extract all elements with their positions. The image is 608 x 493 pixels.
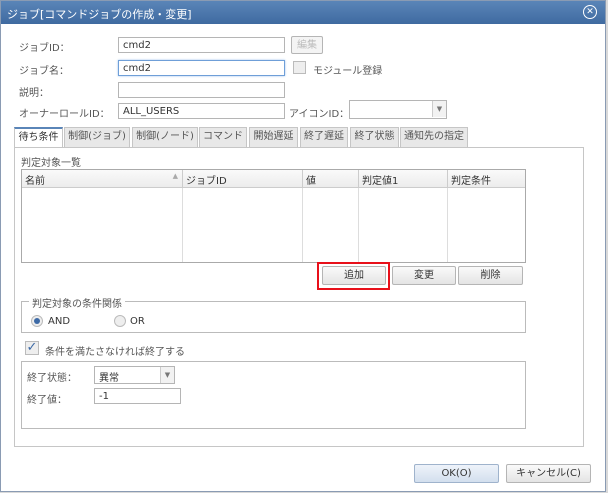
add-button[interactable]: 追加	[322, 266, 386, 285]
module-register-label: モジュール登録	[313, 66, 383, 77]
or-radio[interactable]	[114, 315, 126, 327]
relation-legend: 判定対象の条件関係	[29, 295, 125, 310]
table-column	[22, 188, 183, 262]
tab-wait-condition[interactable]: 待ち条件	[14, 127, 63, 148]
and-radio[interactable]	[31, 315, 43, 327]
end-if-unmet-checkbox[interactable]: ✓	[25, 341, 39, 355]
description-input[interactable]	[118, 82, 285, 98]
tab-end-delay[interactable]: 終了遅延	[300, 127, 348, 147]
title-bar: ジョブ[コマンドジョブの作成・変更] ✕	[1, 1, 605, 24]
table-column	[359, 188, 448, 262]
column-header-name[interactable]: 名前 ▲	[22, 170, 183, 188]
modify-button[interactable]: 変更	[392, 266, 456, 285]
table-column	[183, 188, 303, 262]
column-header-condition[interactable]: 判定条件	[448, 170, 525, 188]
table-column	[303, 188, 359, 262]
column-header-judge-value[interactable]: 判定値1	[359, 170, 448, 188]
sort-asc-icon: ▲	[172, 172, 178, 180]
ok-button[interactable]: OK(O)	[414, 464, 499, 483]
column-header-job-id[interactable]: ジョブID	[183, 170, 303, 188]
delete-button[interactable]: 削除	[458, 266, 523, 285]
end-status-value: 異常	[99, 373, 119, 384]
tab-control-job[interactable]: 制御(ジョブ)	[64, 127, 130, 147]
chevron-down-icon: ▼	[160, 367, 174, 383]
tab-notification[interactable]: 通知先の指定	[400, 127, 468, 147]
job-name-input[interactable]: cmd2	[118, 60, 285, 76]
chevron-down-icon: ▼	[432, 101, 446, 117]
owner-role-label: オーナーロールID：	[19, 109, 110, 120]
end-value-input[interactable]: -1	[94, 388, 181, 404]
dialog: ジョブ[コマンドジョブの作成・変更] ✕ ジョブID： cmd2 編集 ジョブ名…	[0, 0, 606, 492]
icon-id-label: アイコンID：	[289, 109, 350, 120]
end-status-select[interactable]: 異常 ▼	[94, 366, 175, 384]
tab-end-status[interactable]: 終了状態	[350, 127, 399, 147]
end-if-unmet-label: 条件を満たさなければ終了する	[45, 347, 185, 358]
job-id-label: ジョブID：	[19, 43, 70, 54]
end-value-label: 終了値：	[27, 395, 67, 406]
close-circle-icon[interactable]: ✕	[583, 5, 597, 19]
end-status-label: 終了状態：	[27, 373, 77, 384]
list-title: 判定対象一覧	[21, 158, 81, 169]
dialog-title: ジョブ[コマンドジョブの作成・変更]	[7, 8, 192, 21]
module-register-checkbox[interactable]	[293, 61, 306, 74]
tab-start-delay[interactable]: 開始遅延	[249, 127, 298, 147]
tab-command[interactable]: コマンド	[199, 127, 247, 147]
description-label: 説明：	[19, 88, 49, 99]
or-label: OR	[130, 316, 145, 327]
job-id-input[interactable]: cmd2	[118, 37, 285, 53]
job-name-label: ジョブ名：	[19, 66, 69, 77]
target-table: 名前 ▲ ジョブID 値 判定値1 判定条件	[21, 169, 526, 263]
and-label: AND	[48, 316, 71, 327]
owner-role-input[interactable]: ALL_USERS	[118, 103, 285, 119]
column-header-value[interactable]: 値	[303, 170, 359, 188]
icon-id-select[interactable]: ▼	[349, 100, 447, 119]
tab-control-node[interactable]: 制御(ノード)	[132, 127, 198, 147]
edit-button[interactable]: 編集	[291, 36, 323, 54]
cancel-button[interactable]: キャンセル(C)	[506, 464, 591, 483]
